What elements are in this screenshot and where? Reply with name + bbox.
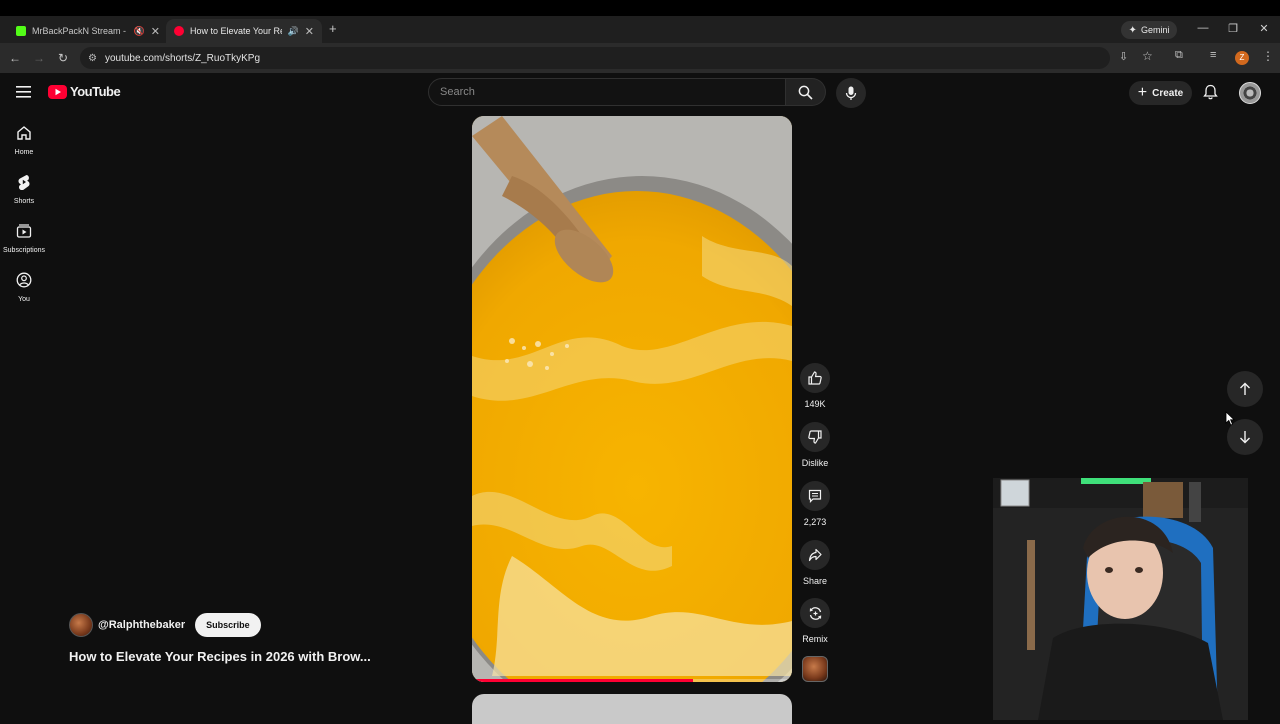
- tab-stream[interactable]: MrBackPackN Stream - Wat 🔇 ✕: [8, 19, 168, 43]
- you-icon: [16, 272, 32, 288]
- install-app-icon[interactable]: ⇩: [1119, 50, 1128, 63]
- dislike-label: Dislike: [801, 458, 829, 468]
- logo-text: YouTube: [70, 84, 121, 99]
- video-progress-fill: [472, 679, 693, 682]
- mouse-cursor-icon: [1225, 411, 1235, 431]
- new-tab-button[interactable]: +: [329, 21, 337, 36]
- tab-youtube[interactable]: How to Elevate Your Recipe 🔊 ✕: [166, 19, 322, 43]
- search-icon: [798, 85, 813, 100]
- arrow-down-icon: [1240, 431, 1250, 444]
- previous-short-button[interactable]: [1227, 371, 1263, 407]
- video-frame-butter-pot: [472, 116, 792, 682]
- arrow-up-icon: [1240, 382, 1250, 395]
- sidebar-item-home[interactable]: Home: [0, 125, 48, 156]
- back-icon[interactable]: ←: [7, 50, 23, 66]
- thumbs-up-icon: [808, 371, 822, 385]
- subscriptions-icon: [16, 224, 32, 238]
- comments-button[interactable]: 2,273: [799, 481, 831, 527]
- address-bar-row: ← → ↻ ⚙ youtube.com/shorts/Z_RuoTkyKPg ⇩…: [0, 43, 1280, 73]
- channel-row: @Ralphthebaker Subscribe: [69, 613, 261, 637]
- plus-icon: +: [1137, 84, 1148, 101]
- url-text: youtube.com/shorts/Z_RuoTkyKPg: [104, 52, 261, 64]
- tab-title: MrBackPackN Stream - Wat: [32, 26, 128, 36]
- sparkle-icon: ✦: [1128, 24, 1137, 36]
- microphone-icon: [845, 86, 857, 100]
- site-info-icon[interactable]: ⚙: [88, 53, 97, 64]
- hamburger-menu-icon[interactable]: [16, 85, 32, 104]
- sidebar-item-label: You: [18, 296, 30, 303]
- remix-button[interactable]: Remix: [799, 598, 831, 644]
- search-input[interactable]: Search: [428, 78, 786, 106]
- sidebar-item-shorts[interactable]: Shorts: [0, 174, 48, 205]
- shorts-video-player[interactable]: [472, 116, 792, 682]
- create-label: Create: [1152, 87, 1184, 99]
- like-circle[interactable]: [800, 363, 830, 393]
- sidebar-item-label: Subscriptions: [2, 247, 46, 254]
- audio-icon[interactable]: 🔊: [288, 26, 299, 37]
- account-avatar[interactable]: [1239, 82, 1261, 104]
- address-bar[interactable]: ⚙ youtube.com/shorts/Z_RuoTkyKPg: [80, 47, 1110, 69]
- restore-icon[interactable]: ❐: [1226, 22, 1240, 35]
- sound-source-thumbnail[interactable]: [802, 656, 828, 682]
- comment-icon: [808, 489, 822, 503]
- dislike-circle[interactable]: [800, 422, 830, 452]
- youtube-logo[interactable]: YouTube: [48, 84, 121, 99]
- comments-circle[interactable]: [800, 481, 830, 511]
- sidebar-item-label: Shorts: [13, 198, 35, 205]
- close-window-icon[interactable]: ✕: [1257, 22, 1271, 35]
- sidebar-item-you[interactable]: You: [0, 272, 48, 303]
- remix-circle[interactable]: [800, 598, 830, 628]
- minimize-icon[interactable]: —: [1196, 22, 1210, 34]
- extensions-icon[interactable]: ⧉: [1175, 49, 1183, 62]
- media-control-icon[interactable]: ≡: [1210, 49, 1216, 61]
- gemini-button[interactable]: ✦ Gemini: [1121, 21, 1177, 39]
- search-button[interactable]: [786, 78, 826, 106]
- home-icon: [17, 126, 31, 140]
- subscribe-button[interactable]: Subscribe: [195, 613, 261, 637]
- reload-icon[interactable]: ↻: [55, 50, 71, 66]
- webcam-overlay: [993, 478, 1248, 720]
- forward-icon[interactable]: →: [31, 50, 47, 66]
- kick-favicon-icon: [16, 26, 26, 36]
- remix-icon: [809, 606, 821, 620]
- youtube-header: YouTube Search + Create: [0, 73, 1280, 113]
- tab-title: How to Elevate Your Recipe: [190, 26, 282, 36]
- remix-label: Remix: [802, 634, 828, 644]
- create-button[interactable]: + Create: [1129, 81, 1192, 105]
- share-label: Share: [802, 576, 828, 586]
- like-button[interactable]: 149K: [799, 363, 831, 409]
- like-count: 149K: [804, 399, 826, 409]
- sidebar-item-label: Home: [14, 149, 34, 156]
- more-menu-icon[interactable]: ⋮: [1262, 49, 1274, 63]
- video-progress-track[interactable]: [472, 679, 792, 682]
- bookmark-star-icon[interactable]: ☆: [1142, 49, 1153, 63]
- thumbs-down-icon: [808, 430, 822, 444]
- close-tab-icon[interactable]: ✕: [151, 25, 160, 38]
- share-arrow-icon: [808, 548, 822, 562]
- window-top-strip: [0, 0, 1280, 16]
- voice-search-button[interactable]: [836, 78, 866, 108]
- dislike-button[interactable]: Dislike: [799, 422, 831, 468]
- youtube-favicon-icon: [174, 26, 184, 36]
- sidebar-item-subscriptions[interactable]: Subscriptions: [0, 223, 48, 254]
- share-circle[interactable]: [800, 540, 830, 570]
- gemini-label: Gemini: [1140, 25, 1170, 35]
- streamer-webcam-image: [993, 478, 1248, 720]
- comment-count: 2,273: [803, 517, 827, 527]
- close-tab-icon[interactable]: ✕: [305, 25, 314, 38]
- muted-icon[interactable]: 🔇: [134, 26, 145, 37]
- youtube-play-icon: [48, 84, 67, 99]
- tab-strip: MrBackPackN Stream - Wat 🔇 ✕ How to Elev…: [0, 16, 1280, 43]
- share-button[interactable]: Share: [799, 540, 831, 586]
- channel-avatar[interactable]: [69, 613, 93, 637]
- notifications-bell-icon[interactable]: [1203, 84, 1218, 105]
- profile-avatar[interactable]: Z: [1235, 51, 1249, 65]
- shorts-icon: [18, 175, 30, 191]
- video-title[interactable]: How to Elevate Your Recipes in 2026 with…: [69, 649, 371, 664]
- channel-handle[interactable]: @Ralphthebaker: [98, 619, 185, 631]
